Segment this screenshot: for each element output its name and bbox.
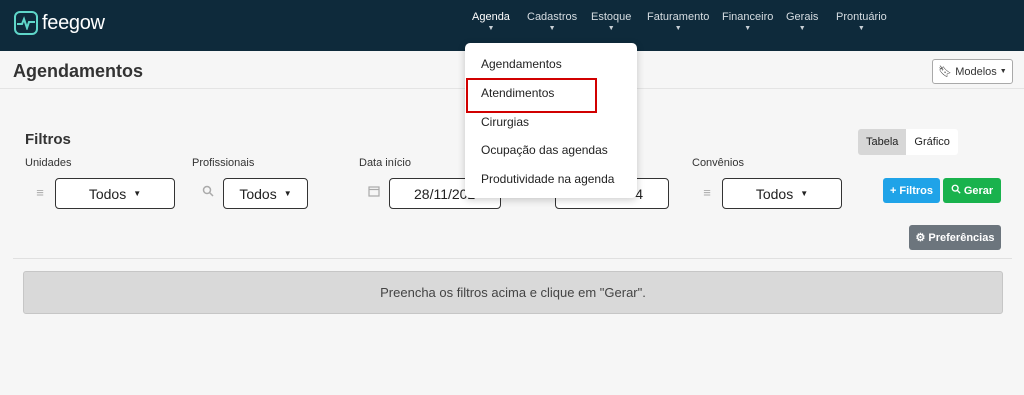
menu-item-ocupacao-das-agendas[interactable]: Ocupação das agendas [481,143,608,157]
preferencias-label: Preferências [928,231,995,244]
list-icon: ≡ [703,185,711,200]
main-nav: Agenda ▼ Cadastros ▼ Estoque ▼ Faturamen… [0,11,1024,41]
data-inicio-label: Data início [359,157,411,169]
bookmark-icon: 🔖︎ [938,66,953,78]
caret-down-icon: ▼ [674,25,682,32]
gerar-button[interactable]: Gerar [943,178,1001,203]
caret-down-icon: ▼ [999,68,1007,75]
list-icon: ≡ [36,185,44,200]
unidades-value: Todos [88,185,127,202]
convenios-value: Todos [755,185,794,202]
convenios-label: Convênios [692,157,744,169]
nav-label: Gerais [786,11,819,23]
menu-item-cirurgias[interactable]: Cirurgias [481,115,529,129]
calendar-icon [366,185,382,201]
caret-down-icon: ▼ [800,189,809,198]
caret-down-icon: ▼ [548,25,556,32]
nav-item-estoque[interactable]: Estoque ▼ [591,11,631,33]
nav-item-faturamento[interactable]: Faturamento ▼ [647,11,709,33]
caret-down-icon: ▼ [798,25,806,32]
page-title: Agendamentos [13,61,144,81]
filters-title: Filtros [25,131,71,148]
caret-down-icon: ▼ [283,189,292,198]
nav-item-cadastros[interactable]: Cadastros ▼ [527,11,577,33]
plus-icon: + [889,184,897,197]
nav-label: Agenda [472,11,510,23]
nav-label: Prontuário [836,11,887,23]
nav-item-agenda[interactable]: Agenda ▼ [472,11,510,33]
convenios-select[interactable]: Todos ▼ [722,178,842,209]
unidades-label: Unidades [25,157,72,169]
filtros-label: Filtros [899,184,934,197]
nav-label: Estoque [591,11,632,23]
caret-down-icon: ▼ [607,25,615,32]
tabela-toggle[interactable]: Tabela [858,129,907,155]
nav-item-prontuario[interactable]: Prontuário ▼ [836,11,887,33]
divider [13,258,1012,259]
selection-highlight [466,78,597,113]
caret-down-icon: ▼ [487,25,495,32]
modelos-label: Modelos [955,65,997,78]
nav-label: Faturamento [647,11,710,23]
nav-label: Cadastros [527,11,578,23]
search-icon [951,184,961,197]
preferencias-button[interactable]: ⚙ Preferências [909,225,1001,250]
profissionais-label: Profissionais [192,157,255,169]
filtros-button[interactable]: + Filtros [883,178,940,203]
nav-item-gerais[interactable]: Gerais ▼ [786,11,818,33]
nav-label: Financeiro [722,11,774,23]
grafico-toggle[interactable]: Gráfico [906,129,958,155]
modelos-button[interactable]: 🔖︎ Modelos ▼ [932,59,1013,84]
view-toggle: Tabela Gráfico [858,129,958,155]
profissionais-value: Todos [239,185,277,202]
agenda-dropdown-menu: Agendamentos Atendimentos Cirurgias Ocup… [465,43,637,198]
menu-item-produtividade-na-agenda[interactable]: Produtividade na agenda [481,172,614,186]
nav-item-financeiro[interactable]: Financeiro ▼ [722,11,773,33]
info-alert: Preencha os filtros acima e clique em "G… [23,271,1003,314]
gerar-label: Gerar [963,184,994,197]
alert-message: Preencha os filtros acima e clique em "G… [380,285,646,300]
caret-down-icon: ▼ [744,25,752,32]
caret-down-icon: ▼ [133,189,142,198]
caret-down-icon: ▼ [857,25,865,32]
unidades-select[interactable]: Todos ▼ [55,178,175,209]
menu-item-agendamentos[interactable]: Agendamentos [481,57,562,71]
profissionais-select[interactable]: Todos ▼ [223,178,308,209]
gear-icon: ⚙ [915,232,926,244]
search-icon [200,185,216,201]
